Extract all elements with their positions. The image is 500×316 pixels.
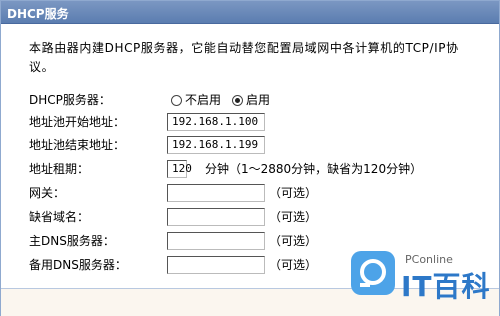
panel-title: DHCP服务 [7, 7, 69, 21]
lease-label: 地址租期： [29, 162, 90, 176]
panel-titlebar: DHCP服务 [1, 1, 499, 24]
dhcp-server-label: DHCP服务器： [29, 93, 111, 107]
pool-end-label: 地址池结束地址： [29, 138, 126, 152]
dns-primary-label: 主DNS服务器： [29, 234, 115, 248]
dhcp-enable-radio[interactable] [232, 95, 243, 106]
dns-backup-label: 备用DNS服务器： [29, 258, 127, 272]
domain-hint: （可选） [269, 210, 318, 224]
dhcp-disable-radio[interactable] [171, 95, 182, 106]
pconline-logo-icon [351, 251, 395, 295]
dhcp-enable-label: 启用 [246, 93, 271, 107]
dns-backup-hint: （可选） [269, 258, 318, 272]
domain-label: 缺省域名： [29, 210, 90, 224]
description-text: 本路由器内建DHCP服务器，它能自动替您配置局域网中各计算机的TCP/IP协议。 [29, 41, 459, 74]
dns-primary-input[interactable] [167, 232, 265, 250]
lease-hint: 分钟（1～2880分钟，缺省为120分钟） [205, 162, 423, 176]
dns-primary-hint: （可选） [269, 234, 318, 248]
dhcp-disable-label: 不启用 [185, 93, 222, 107]
gateway-hint: （可选） [269, 186, 318, 200]
pool-end-input[interactable]: 192.168.1.199 [167, 136, 265, 154]
pool-start-input[interactable]: 192.168.1.100 [167, 113, 265, 131]
domain-input[interactable] [167, 208, 265, 226]
dns-backup-input[interactable] [167, 256, 265, 274]
gateway-input[interactable] [167, 184, 265, 202]
gateway-label: 网关： [29, 186, 66, 200]
pool-start-label: 地址池开始地址： [29, 115, 126, 129]
lease-input[interactable]: 120 [167, 160, 192, 178]
watermark-big-text: IT百科 [401, 270, 491, 303]
dhcp-settings-panel: DHCP服务 本路由器内建DHCP服务器，它能自动替您配置局域网中各计算机的TC… [0, 0, 500, 316]
